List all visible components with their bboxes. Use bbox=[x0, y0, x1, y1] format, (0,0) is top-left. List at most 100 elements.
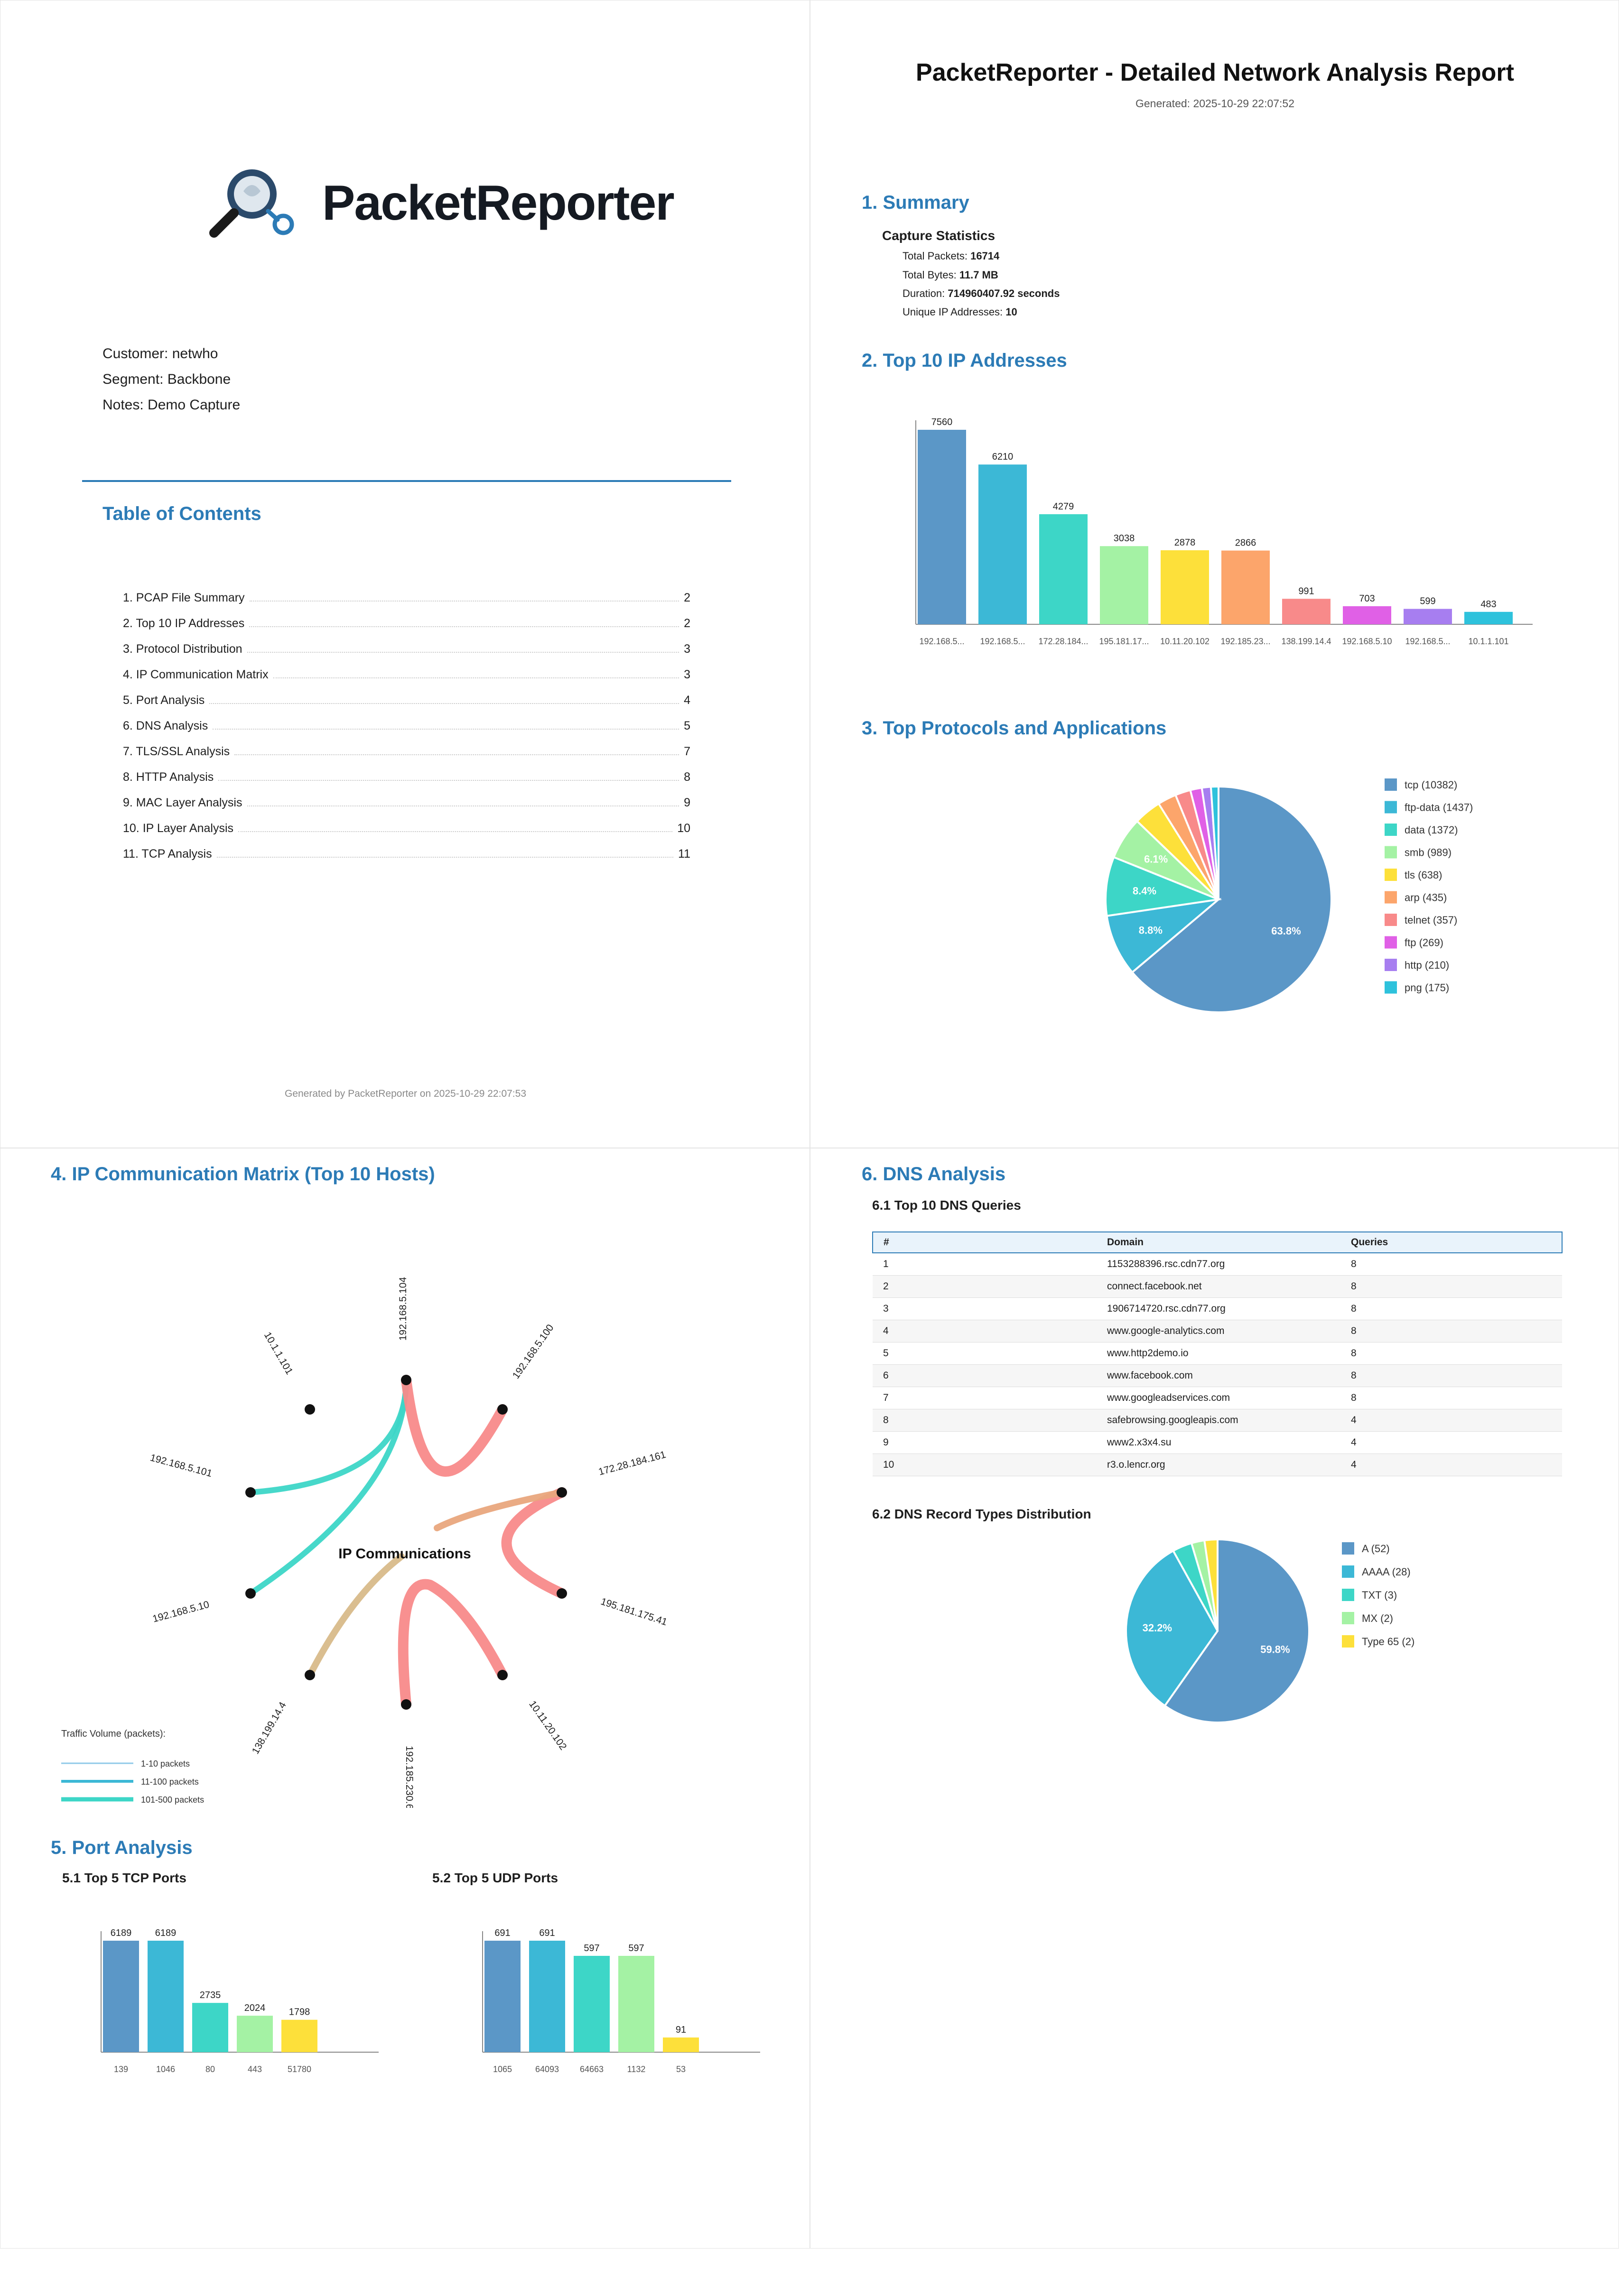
legend-swatch bbox=[1385, 891, 1397, 904]
toc-entry[interactable]: 4. IP Communication Matrix 3 bbox=[123, 666, 690, 682]
toc-entry[interactable]: 8. HTTP Analysis 8 bbox=[123, 768, 690, 784]
dns-types-pie-chart: 59.8% 32.2% A (52) AAAA (28) TXT (3) MX (2) Ty… bbox=[1125, 1538, 1414, 1723]
host-node bbox=[497, 1404, 508, 1415]
stat-unique-ips: Unique IP Addresses: 10 bbox=[903, 306, 1017, 318]
host-label: 192.185.230.61 bbox=[404, 1746, 415, 1808]
dns-cell-index: 5 bbox=[873, 1342, 1097, 1365]
dns-cell-index: 2 bbox=[873, 1275, 1097, 1298]
matrix-title: 4. IP Communication Matrix (Top 10 Hosts… bbox=[51, 1164, 435, 1185]
bar bbox=[1221, 550, 1270, 624]
bar-value-label: 597 bbox=[584, 1943, 599, 1953]
host-label: 192.168.5.101 bbox=[149, 1452, 214, 1479]
pie-slice-label: 8.4% bbox=[1133, 885, 1156, 897]
host-node bbox=[401, 1375, 411, 1385]
matrix-legend-label: 11-100 packets bbox=[141, 1777, 199, 1787]
toc-entry[interactable]: 3. Protocol Distribution 3 bbox=[123, 640, 690, 656]
x-tick-label: 64663 bbox=[580, 2065, 604, 2074]
toc-entry-label: 6. DNS Analysis bbox=[123, 719, 208, 732]
toc-leader-dots bbox=[209, 703, 679, 704]
bar-value-label: 2866 bbox=[1235, 538, 1256, 548]
report-title: PacketReporter - Detailed Network Analys… bbox=[916, 59, 1514, 86]
legend-label: ftp (269) bbox=[1405, 937, 1443, 949]
communication-arc bbox=[434, 1489, 565, 1531]
legend-label: ftp-data (1437) bbox=[1405, 802, 1473, 814]
notes-line: Notes: Demo Capture bbox=[102, 397, 241, 413]
x-tick-label: 64093 bbox=[535, 2065, 559, 2074]
bar-value-label: 703 bbox=[1359, 593, 1375, 604]
bar-value-label: 597 bbox=[628, 1943, 644, 1953]
legend-label: AAAA (28) bbox=[1362, 1566, 1411, 1578]
bar bbox=[1464, 611, 1513, 624]
stat-total-packets: Total Packets: 16714 bbox=[903, 250, 1000, 262]
toc-leader-dots bbox=[247, 652, 679, 653]
summary-title: 1. Summary bbox=[862, 192, 969, 213]
x-tick-label: 10.1.1.101 bbox=[1468, 637, 1508, 646]
toc-leader-dots bbox=[249, 601, 679, 602]
dns-table-row: 1 1153288396.rsc.cdn77.org 8 bbox=[873, 1253, 1562, 1276]
toc-entry-page: 11 bbox=[678, 847, 690, 861]
host-label: 195.181.175.41 bbox=[599, 1596, 669, 1628]
toc-entry[interactable]: 9. MAC Layer Analysis 9 bbox=[123, 794, 690, 810]
toc-entry-label: 9. MAC Layer Analysis bbox=[123, 796, 242, 809]
tcp-ports-title: 5.1 Top 5 TCP Ports bbox=[62, 1870, 186, 1885]
bar bbox=[1161, 550, 1209, 624]
toc-leader-dots bbox=[234, 754, 679, 755]
x-tick-label: 10.11.20.102 bbox=[1160, 637, 1210, 646]
host-node bbox=[305, 1670, 315, 1680]
legend-swatch bbox=[1385, 936, 1397, 949]
toc-entry[interactable]: 5. Port Analysis 4 bbox=[123, 691, 690, 707]
bar bbox=[192, 2003, 228, 2052]
bar-value-label: 691 bbox=[494, 1928, 510, 1938]
matrix-center-label: IP Communications bbox=[338, 1546, 471, 1562]
toc-entry[interactable]: 10. IP Layer Analysis 10 bbox=[123, 819, 690, 835]
dns-title: 6. DNS Analysis bbox=[862, 1164, 1006, 1185]
legend-label: arp (435) bbox=[1405, 892, 1447, 904]
legend-swatch bbox=[1342, 1589, 1354, 1601]
dns-table-row: 7 www.googleadservices.com 8 bbox=[873, 1387, 1562, 1409]
host-node bbox=[305, 1404, 315, 1415]
bar-value-label: 483 bbox=[1480, 599, 1496, 610]
dns-cell-queries: 4 bbox=[1340, 1409, 1562, 1432]
toc-entry[interactable]: 1. PCAP File Summary 2 bbox=[123, 589, 690, 605]
legend-swatch bbox=[1385, 801, 1397, 814]
toc-entry-page: 8 bbox=[684, 770, 690, 784]
toc-entry[interactable]: 11. TCP Analysis 11 bbox=[123, 845, 690, 861]
toc-entry[interactable]: 7. TLS/SSL Analysis 7 bbox=[123, 742, 690, 759]
x-tick-label: 80 bbox=[205, 2065, 215, 2074]
toc-entry-page: 5 bbox=[684, 719, 690, 732]
legend-label: Type 65 (2) bbox=[1362, 1636, 1414, 1648]
dns-table-row: 4 www.google-analytics.com 8 bbox=[873, 1320, 1562, 1342]
x-tick-label: 192.168.5... bbox=[1405, 637, 1450, 646]
pie-slice-label: 59.8% bbox=[1260, 1643, 1290, 1655]
legend-swatch bbox=[1385, 869, 1397, 881]
dns-cell-index: 3 bbox=[873, 1297, 1097, 1320]
dns-cell-domain: safebrowsing.googleapis.com bbox=[1097, 1409, 1340, 1432]
bar-value-label: 2735 bbox=[200, 1990, 221, 2000]
toc-entry[interactable]: 2. Top 10 IP Addresses 2 bbox=[123, 614, 690, 630]
bar-value-label: 1798 bbox=[289, 2007, 310, 2018]
x-tick-label: 1046 bbox=[156, 2065, 175, 2074]
bar bbox=[103, 1941, 139, 2052]
top-ip-bar-chart: 7560 192.168.5... 6210 192.168.5... 4279 172.… bbox=[915, 417, 1533, 646]
dns-table-header: # Domain Queries bbox=[872, 1231, 1563, 1253]
legend-swatch bbox=[1385, 824, 1397, 836]
x-tick-label: 53 bbox=[676, 2065, 686, 2074]
logo-text: PacketReporter bbox=[322, 176, 675, 231]
toc-entry-label: 4. IP Communication Matrix bbox=[123, 668, 269, 681]
bar-value-label: 2024 bbox=[244, 2003, 266, 2013]
dns-cell-domain: r3.o.lencr.org bbox=[1097, 1454, 1340, 1476]
bar bbox=[1404, 609, 1452, 624]
report-page-3: 4. IP Communication Matrix (Top 10 Hosts… bbox=[0, 1148, 810, 2249]
x-tick-label: 51780 bbox=[288, 2065, 311, 2074]
toc-entry-label: 10. IP Layer Analysis bbox=[123, 822, 234, 835]
host-label: 10.11.20.102 bbox=[527, 1699, 568, 1752]
toc-entry[interactable]: 6. DNS Analysis 5 bbox=[123, 717, 690, 733]
bar bbox=[618, 1955, 654, 2052]
capture-stats-heading: Capture Statistics bbox=[882, 228, 996, 243]
port-title: 5. Port Analysis bbox=[51, 1837, 193, 1858]
toc-entry-page: 3 bbox=[684, 668, 690, 681]
dns-cell-domain: www.googleadservices.com bbox=[1097, 1387, 1340, 1409]
toc-entry-page: 4 bbox=[684, 694, 690, 707]
legend-swatch bbox=[1342, 1635, 1354, 1648]
toc-title: Table of Contents bbox=[102, 503, 261, 524]
